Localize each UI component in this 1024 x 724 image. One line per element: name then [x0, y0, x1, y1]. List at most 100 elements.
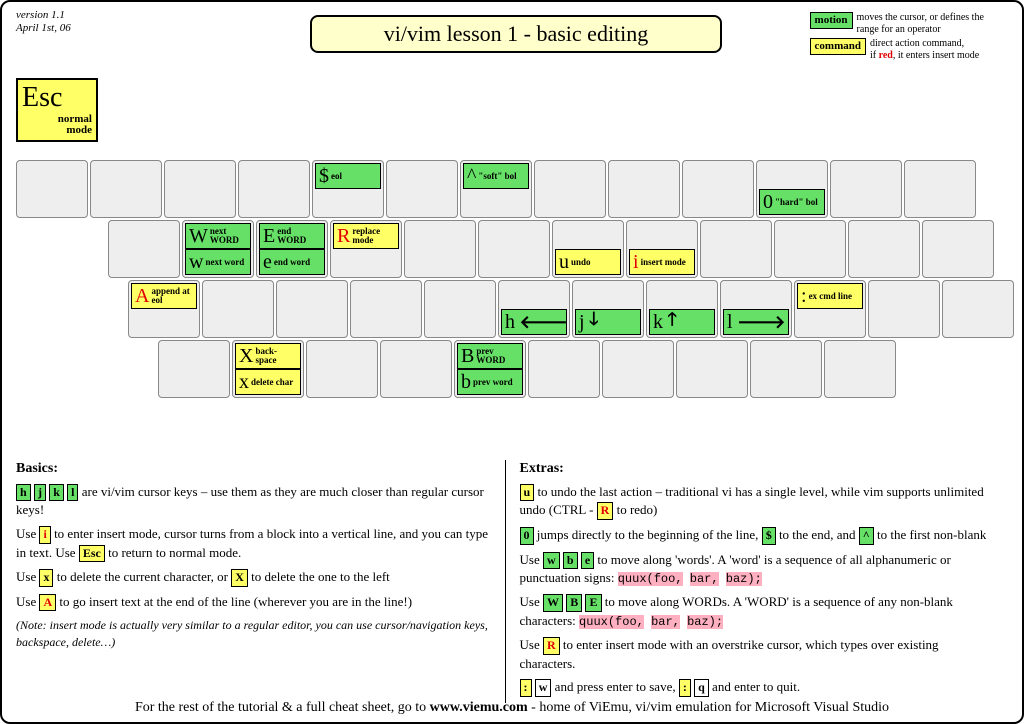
- key-h: h 🡐: [498, 280, 570, 338]
- key-chip-caret: ^: [859, 527, 874, 545]
- key-u-bot: u undo: [555, 249, 621, 275]
- key-u: u undo: [552, 220, 624, 278]
- key-j-bot: j 🡓: [575, 309, 641, 335]
- key-chip-B2: B: [566, 594, 582, 612]
- key-chip-X: X: [231, 569, 248, 587]
- key-e: E end WORD e end word: [256, 220, 328, 278]
- key-blank: [386, 160, 458, 218]
- basics-p4: Use A to go insert text at the end of th…: [16, 593, 491, 612]
- key-chip-A: A: [39, 594, 56, 612]
- row-numbers: $ eol ^ "soft" bol 0 "hard" bol: [16, 160, 1016, 218]
- basics-p2: Use i to enter insert mode, cursor turns…: [16, 525, 491, 562]
- key-chip-i: i: [39, 526, 50, 544]
- key-v: [380, 340, 452, 398]
- key-blank: [608, 160, 680, 218]
- legend: motion moves the cursor, or defines the …: [810, 12, 1010, 64]
- key-enter: [942, 280, 1014, 338]
- key-dollar-top: $ eol: [315, 163, 381, 189]
- extras-p3: Use w b e to move along 'words'. A 'word…: [520, 551, 995, 588]
- key-chip-colon: :: [520, 679, 532, 697]
- code-words: quux(foo, bar, baz);: [618, 572, 762, 586]
- key-b-bot: b prev word: [457, 369, 523, 395]
- keyboard: $ eol ^ "soft" bol 0 "hard" bol: [16, 160, 1016, 400]
- arrow-right-icon: 🡒: [733, 312, 786, 333]
- key-caret-top: ^ "soft" bol: [463, 163, 529, 189]
- page-title: vi/vim lesson 1 - basic editing: [310, 15, 722, 53]
- version-line: version 1.1: [16, 9, 71, 22]
- key-a: A append at eol: [128, 280, 200, 338]
- key-x-bot: x delete char: [235, 369, 301, 395]
- key-W-top: W next WORD: [185, 223, 251, 249]
- extras-p2: 0 jumps directly to the beginning of the…: [520, 526, 995, 545]
- key-chip-b2: b: [563, 552, 578, 570]
- legend-row-motion: motion moves the cursor, or defines the …: [810, 12, 1010, 35]
- key-quote: [868, 280, 940, 338]
- key-zero: 0 "hard" bol: [756, 160, 828, 218]
- key-z: [158, 340, 230, 398]
- legend-row-command: command direct action command, if red, i…: [810, 38, 1010, 61]
- key-w: W next WORD w next word: [182, 220, 254, 278]
- key-blank: [164, 160, 236, 218]
- key-B-top: B prev WORD: [457, 343, 523, 369]
- key-b: B prev WORD b prev word: [454, 340, 526, 398]
- code-WORDs: quux(foo, bar, baz);: [579, 615, 723, 629]
- key-chip-0: 0: [520, 527, 534, 545]
- key-k-bot: k 🡑: [649, 309, 715, 335]
- key-chip-W2: W: [543, 594, 563, 612]
- key-chip-h: h: [16, 484, 31, 502]
- key-blank: [90, 160, 162, 218]
- key-x: X back- space x delete char: [232, 340, 304, 398]
- footer-site: www.viemu.com: [430, 700, 528, 715]
- key-chip-esc: Esc: [79, 545, 105, 563]
- key-blank: [682, 160, 754, 218]
- key-w-bot: w next word: [185, 249, 251, 275]
- extras-column: Extras: u to undo the last action – trad…: [505, 460, 1009, 703]
- key-chip-dollar: $: [762, 527, 776, 545]
- esc-glyph: Esc: [22, 82, 92, 114]
- extras-p5: Use R to enter insert mode with an overs…: [520, 636, 995, 672]
- key-blank: [830, 160, 902, 218]
- key-g: [424, 280, 496, 338]
- key-period: [750, 340, 822, 398]
- key-chip-q: q: [694, 679, 709, 697]
- arrow-down-icon: 🡓: [585, 307, 599, 337]
- key-c: [306, 340, 378, 398]
- command-text: direct action command, if red, it enters…: [870, 38, 1010, 61]
- arrow-left-icon: 🡐: [515, 312, 568, 333]
- key-s: [202, 280, 274, 338]
- key-n: [528, 340, 600, 398]
- key-A-top: A append at eol: [131, 283, 197, 309]
- esc-key: Esc normal mode: [16, 78, 98, 142]
- key-p: [774, 220, 846, 278]
- basics-p3: Use x to delete the current character, o…: [16, 568, 491, 587]
- key-j: j 🡓: [572, 280, 644, 338]
- key-colon-top: : ex cmd line: [797, 283, 863, 309]
- version-date: April 1st, 06: [16, 22, 71, 35]
- key-R-top: R replace mode: [333, 223, 399, 249]
- extras-p1: u to undo the last action – traditional …: [520, 483, 995, 520]
- key-i: i insert mode: [626, 220, 698, 278]
- row-asdf: A append at eol h 🡐 j 🡓: [128, 280, 1016, 338]
- version-block: version 1.1 April 1st, 06: [16, 9, 71, 35]
- cheat-sheet-page: version 1.1 April 1st, 06 vi/vim lesson …: [0, 0, 1024, 724]
- key-chip-j: j: [34, 484, 46, 502]
- key-chip-w2: w: [543, 552, 560, 570]
- row-zxcv: X back- space x delete char B prev WORD …: [158, 340, 1016, 398]
- extras-p4: Use W B E to move along WORDs. A 'WORD' …: [520, 593, 995, 630]
- key-X-top: X back- space: [235, 343, 301, 369]
- key-blank: [534, 160, 606, 218]
- key-dollar: $ eol: [312, 160, 384, 218]
- key-E-top: E end WORD: [259, 223, 325, 249]
- key-d: [276, 280, 348, 338]
- key-i-bot: i insert mode: [629, 249, 695, 275]
- key-chip-l: l: [67, 484, 78, 502]
- key-blank: [16, 160, 88, 218]
- key-chip-x: x: [39, 569, 53, 587]
- key-chip-e2: e: [581, 552, 594, 570]
- key-l-bot: l 🡒: [723, 309, 789, 335]
- command-swatch: command: [810, 38, 866, 55]
- basics-note: (Note: insert mode is actually very simi…: [16, 617, 491, 649]
- extras-p6: : w and press enter to save, : q and ent…: [520, 678, 995, 697]
- key-blank: [904, 160, 976, 218]
- key-colon: : ex cmd line: [794, 280, 866, 338]
